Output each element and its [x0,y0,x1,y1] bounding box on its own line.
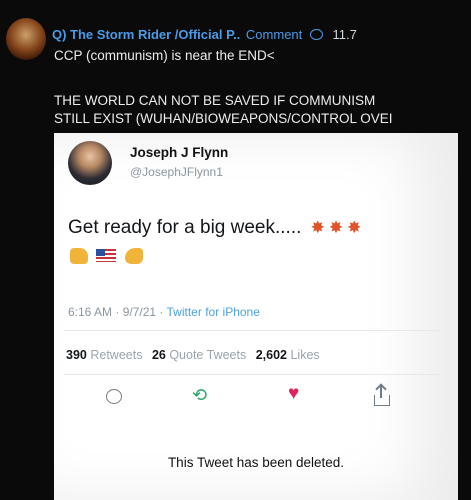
deleted-notice: This Tweet has been deleted. [167,455,345,470]
comment-count: 11.7 [332,27,357,42]
comment-link[interactable]: Comment [246,27,302,42]
divider [64,330,440,331]
tweet-author-handle: @JosephJFlynn1 [130,165,223,179]
commenter-avatar[interactable] [6,18,46,60]
like-count: 2,602 [255,348,287,362]
tweet-timestamp: 6:16 AM · 9/7/21 · [68,305,167,319]
comment-line-3: STILL EXIST (WUHAN/BIOWEAPONS/CONTROL OV… [54,111,393,126]
comment-line-1: CCP (communism) is near the END< [54,48,275,63]
share-icon [374,386,390,406]
comment-line-2: THE WORLD CAN NOT BE SAVED IF COMMUNISM [54,93,376,108]
emoji-row [70,247,143,265]
tweet-actions: ⟲ ♥ [54,383,458,415]
us-flag-icon [96,249,117,263]
quote-label: Quote Tweets [169,348,247,362]
retweet-label: Retweets [90,348,143,362]
tweet-meta: 6:16 AM · 9/7/21 · Twitter for iPhone [68,305,260,319]
tweet-author-name: Joseph J Flynn [130,145,229,160]
flexed-bicep-icon [124,247,143,264]
quote-count: 26 [151,348,166,362]
tweet-source: Twitter for iPhone [166,305,260,319]
like-icon: ♥ [288,383,300,404]
reply-icon [106,389,122,404]
comment-header: Q) The Storm Rider /Official P.. Comment… [52,27,471,47]
retweet-icon: ⟲ [192,385,208,405]
tweet-stats: 390 Retweets 26 Quote Tweets 2,602 Likes [66,348,326,362]
tweet-screenshot: Joseph J Flynn @JosephJFlynn1 Get ready … [54,133,458,500]
tweet-text-body: Get ready for a big week..... [68,217,302,238]
emoji-stars: ✸✸✸ [310,218,366,237]
comment-bubble-icon[interactable] [309,29,323,40]
divider [64,374,440,375]
tweet-author-avatar [68,141,112,185]
retweet-count: 390 [66,348,87,362]
tweet-text: Get ready for a big week..... ✸✸✸ [68,217,365,239]
like-label: Likes [290,348,320,362]
comment-author[interactable]: Q) The Storm Rider /Official P.. [52,27,240,42]
thumbs-up-icon [70,247,88,264]
